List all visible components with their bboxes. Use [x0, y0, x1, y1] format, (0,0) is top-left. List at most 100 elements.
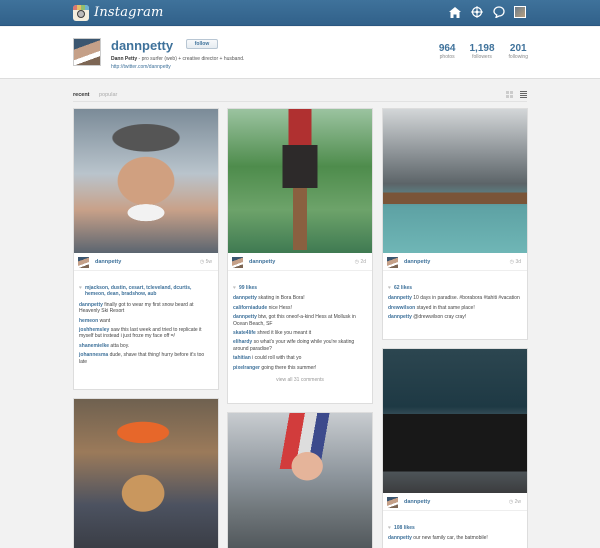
post-card: dannpetty 2d ♥99 likes dannpetty skating… — [227, 108, 373, 404]
post-card: dannpetty 2w ♥108 likes dannpetty our ne… — [382, 348, 528, 548]
comment-user[interactable]: tahitian — [233, 355, 251, 361]
post-likes: ♥ mjackson, dustin, cesart, tcleveland, d… — [79, 285, 213, 298]
post-avatar[interactable] — [387, 257, 398, 268]
likes-text[interactable]: 108 likes — [394, 525, 415, 531]
post-avatar[interactable] — [232, 257, 243, 268]
comment-user[interactable]: hemeon — [79, 318, 98, 324]
post-avatar[interactable] — [78, 257, 89, 268]
post-likes: ♥ 108 likes — [388, 525, 522, 531]
brand-logo[interactable]: Instagram — [94, 5, 164, 20]
post-username[interactable]: dannpetty — [404, 259, 430, 265]
explore-icon[interactable] — [470, 5, 484, 19]
comment-user[interactable]: joshhemsley — [79, 327, 109, 333]
heart-icon[interactable]: ♥ — [388, 525, 391, 531]
post-author-bar: dannpetty 3d — [383, 254, 527, 271]
comment: dannpetty @drewwilson cray cray! — [388, 314, 522, 320]
comment: drewwilson stayed in that same place! — [388, 305, 522, 311]
profile-avatar — [73, 38, 101, 66]
comment-user[interactable]: pixelranger — [233, 365, 260, 371]
comment: dannpetty finally got to wear my first s… — [79, 302, 213, 315]
post-photo[interactable] — [383, 109, 527, 253]
comment-user[interactable]: skate4life — [233, 330, 256, 336]
user-avatar[interactable] — [514, 6, 526, 18]
comment: joshhemsley saw this last week and tried… — [79, 327, 213, 340]
comment-user[interactable]: dannpetty — [388, 535, 412, 541]
post-likes: ♥ 62 likes — [388, 285, 522, 291]
post-username[interactable]: dannpetty — [404, 499, 430, 505]
post-avatar[interactable] — [387, 497, 398, 508]
heart-icon[interactable]: ♥ — [233, 285, 236, 291]
profile-username: dannpetty — [111, 38, 174, 53]
tab-recent[interactable]: recent — [73, 92, 90, 98]
comment-text: want — [99, 317, 111, 324]
post-card — [73, 398, 219, 548]
post-time: 3d — [510, 259, 521, 265]
post-time: 2w — [509, 499, 521, 505]
comment: skate4life shred it like you meant it — [233, 330, 367, 336]
instagram-logo-icon[interactable] — [73, 5, 89, 21]
post-username[interactable]: dannpetty — [95, 259, 121, 265]
news-icon[interactable] — [492, 5, 506, 19]
divider — [73, 101, 527, 102]
stat-photos-label: photos — [439, 54, 455, 60]
post-photo[interactable] — [74, 109, 218, 253]
comment: dannpetty skating in Bora Bora! — [233, 295, 367, 301]
likes-text[interactable]: 99 likes — [239, 285, 257, 291]
comment-user[interactable]: dannpetty — [388, 295, 412, 301]
view-all-comments-link[interactable]: view all 31 comments — [233, 377, 367, 383]
stat-followers-count: 1,198 — [469, 43, 495, 54]
comment-user[interactable]: shanemielke — [79, 343, 109, 349]
list-view-icon[interactable] — [520, 91, 527, 98]
stat-photos[interactable]: 964 photos — [439, 43, 456, 60]
comment-user[interactable]: dannpetty — [233, 314, 257, 320]
post-username[interactable]: dannpetty — [249, 259, 275, 265]
comment-text: @drewwilson cray cray! — [413, 314, 467, 321]
grid-view-icon[interactable] — [506, 91, 513, 98]
stat-following-count: 201 — [509, 43, 527, 54]
comment-text: stayed in that same place! — [416, 304, 475, 311]
follow-button[interactable]: follow — [186, 39, 218, 49]
tab-popular[interactable]: popular — [99, 92, 117, 98]
comment: shanemielke atta boy. — [79, 343, 213, 349]
stat-followers[interactable]: 1,198 followers — [470, 43, 495, 60]
bio-text: - pro surfer (web) + creative director +… — [137, 56, 245, 62]
comment: tahitian i could roll with that yo — [233, 355, 367, 361]
comment-user[interactable]: elihardy — [233, 339, 252, 345]
comment-text: skating in Bora Bora! — [258, 295, 305, 302]
comment-user[interactable]: californiadude — [233, 305, 267, 311]
post-photo[interactable] — [74, 399, 218, 548]
comment-user[interactable]: dannpetty — [388, 314, 412, 320]
heart-icon[interactable]: ♥ — [79, 285, 82, 298]
comment-text: so what's your wife doing while you're s… — [233, 339, 355, 352]
post-author-bar: dannpetty 2w — [383, 494, 527, 511]
heart-icon[interactable]: ♥ — [388, 285, 391, 291]
bio-name: Dann Petty — [111, 56, 138, 62]
comment: californiadude nice Hess! — [233, 305, 367, 311]
comment-text: going there this summer! — [261, 364, 317, 371]
comment-user[interactable]: dannpetty — [79, 302, 103, 308]
likes-text[interactable]: 62 likes — [394, 285, 412, 291]
post-photo[interactable] — [383, 349, 527, 493]
post-photo[interactable] — [228, 109, 372, 253]
post-time: 2d — [355, 259, 366, 265]
post-time: 5w — [200, 259, 212, 265]
likes-text[interactable]: mjackson, dustin, cesart, tcleveland, dc… — [85, 285, 213, 298]
stat-following[interactable]: 201 following — [509, 43, 528, 60]
comment: pixelranger going there this summer! — [233, 365, 367, 371]
post-body: ♥ mjackson, dustin, cesart, tcleveland, d… — [79, 285, 213, 368]
stat-followers-label: followers — [472, 54, 492, 60]
comment: hemeon want — [79, 318, 213, 324]
post-body: ♥ 108 likes dannpetty our new family car,… — [388, 525, 522, 545]
home-icon[interactable] — [448, 5, 462, 19]
comment-text: nice Hess! — [268, 304, 292, 311]
comment-user[interactable]: dannpetty — [233, 295, 257, 301]
post-body: ♥ 62 likes dannpetty 10 days in paradise.… — [388, 285, 522, 324]
profile-stats: 964 photos 1,198 followers 201 following — [439, 43, 528, 60]
stat-photos-count: 964 — [438, 43, 456, 54]
comment: dannpetty btw, got this oneof-a-kind Hes… — [233, 314, 367, 327]
post-photo[interactable] — [228, 413, 372, 548]
comment-user[interactable]: johannesma — [79, 352, 108, 358]
comment-text: shred it like you meant it — [257, 330, 312, 337]
comment-user[interactable]: drewwilson — [388, 305, 415, 311]
profile-url-link[interactable]: http://twitter.com/dannpetty — [111, 64, 171, 70]
